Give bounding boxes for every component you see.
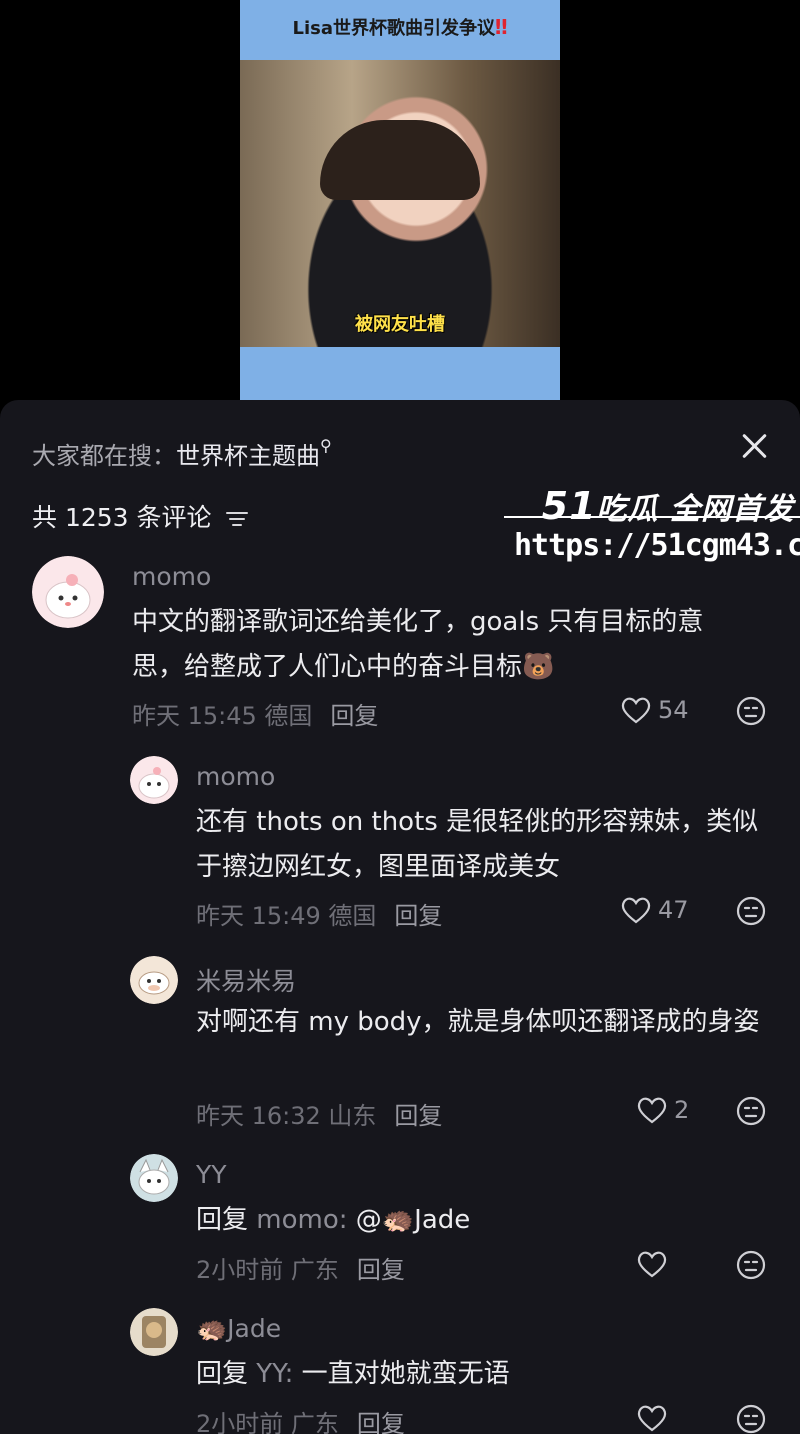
watermark-url: https://51cgm43.com [514,528,800,563]
comment-meta: 2小时前 广东 回复 [196,1256,405,1284]
comment-author[interactable]: momo [132,562,211,591]
site-watermark: 51吃瓜 全网首发 https://51cgm43.com [504,470,800,570]
reply-button[interactable]: 回复 [357,1256,405,1284]
comment-text: 回复 momo: @🦔Jade [196,1205,471,1235]
avatar[interactable] [130,956,178,1004]
search-icon: ⚲ [320,436,332,455]
comment-meta: 2小时前 广东 回复 [196,1404,405,1434]
reply-button[interactable]: 回复 [394,1102,442,1130]
close-icon[interactable] [736,428,772,464]
avatar[interactable] [130,1308,178,1356]
watermark-brand: 51吃瓜 全网首发 [541,484,794,528]
comment-author[interactable]: 米易米易 [196,962,296,998]
dislike-icon[interactable] [736,696,766,726]
like-count: 54 [658,696,689,724]
comment-count: 共 1253 条评论 [32,498,249,534]
like-button[interactable]: 47 [620,896,689,924]
like-button[interactable] [636,1250,668,1278]
comment-author[interactable]: YY [196,1160,227,1189]
dislike-icon[interactable] [736,1096,766,1126]
avatar[interactable] [130,756,178,804]
video-player[interactable]: Lisa世界杯歌曲引发争议‼ 被网友吐槽 [240,0,560,400]
comment-text: 还有 thots on thots 是很轻佻的形容辣妹，类似于擦边网红女，图里面… [196,807,759,882]
avatar[interactable] [32,556,104,628]
reply-button[interactable]: 回复 [330,702,378,730]
heart-icon [637,1097,667,1124]
comment-meta: 昨天 15:45 德国 回复 [132,702,379,730]
trending-search-term[interactable]: 世界杯主题曲 [176,442,320,470]
trending-search[interactable]: 大家都在搜：世界杯主题曲⚲ [32,436,332,471]
video-subject [320,120,480,200]
comment-author[interactable]: momo [196,762,275,791]
like-button[interactable]: 54 [620,696,689,724]
heart-icon [621,897,651,924]
dislike-icon[interactable] [736,896,766,926]
sort-filter-icon[interactable] [225,509,249,529]
emoji-icon: 🐻 [522,652,555,682]
reply-button[interactable]: 回复 [394,902,442,930]
comment-text: 回复 YY: 一直对她就蛮无语 [196,1359,510,1389]
like-count: 47 [658,896,689,924]
video-caption-top: Lisa世界杯歌曲引发争议‼ [292,15,508,39]
video-frame [240,60,560,347]
dislike-icon[interactable] [736,1250,766,1280]
video-caption-bottom: 被网友吐槽 [355,314,445,335]
dislike-icon[interactable] [736,1404,766,1434]
heart-icon [621,697,651,724]
like-button[interactable] [636,1404,668,1432]
comment-meta: 昨天 15:49 德国 回复 [196,902,443,930]
watermark-divider [504,516,800,518]
like-count: 2 [674,1096,690,1124]
heart-icon [637,1251,667,1278]
avatar[interactable] [130,1154,178,1202]
heart-icon [637,1405,667,1432]
comment-author[interactable]: 🦔Jade [196,1314,281,1344]
comment-meta: 昨天 16:32 山东 回复 [196,1102,443,1130]
comment-text: 中文的翻译歌词还给美化了，goals 只有目标的意思，给整成了人们心中的奋斗目标… [132,607,704,682]
reply-button[interactable]: 回复 [357,1410,405,1434]
comment-text: 对啊还有 my body，就是身体呗还翻译成的身姿 [196,1007,760,1037]
like-button[interactable]: 2 [636,1096,689,1124]
